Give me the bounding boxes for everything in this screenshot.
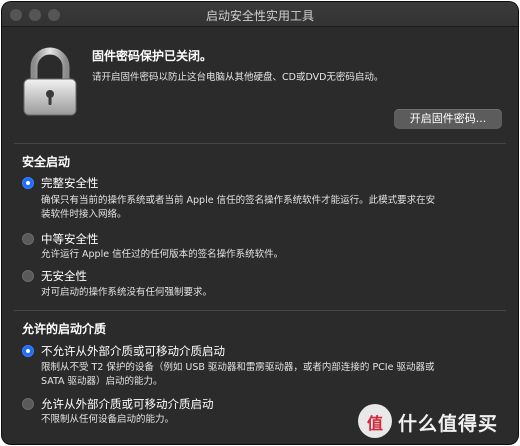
firmware-description: 请开启固件密码以防止这台电脑从其他硬盘、CD或DVD无密码启动。 xyxy=(92,72,384,83)
medium-security-radio[interactable] xyxy=(22,233,34,245)
allowed-boot-media-heading: 允许的启动介质 xyxy=(22,322,107,336)
allow-external-boot-radio[interactable] xyxy=(22,398,34,410)
medium-security-label[interactable]: 中等安全性 xyxy=(41,231,99,247)
description-line: SATA 驱动器）启动的能力。 xyxy=(41,376,163,387)
medium-security-description: 允许运行 Apple 信任过的任何版本的签名操作系统软件。 xyxy=(41,248,501,262)
full-security-label[interactable]: 完整安全性 xyxy=(41,175,99,191)
watermark-text: 什么值得买 xyxy=(398,413,499,435)
description-line: 确保只有当前的操作系统或者当前 Apple 信任的签名操作系统软件才能运行。此模… xyxy=(41,195,436,206)
disallow-external-boot-radio[interactable] xyxy=(22,345,34,357)
full-security-radio[interactable] xyxy=(22,177,34,189)
window-title: 启动安全性实用工具 xyxy=(205,9,314,23)
description-line: 对可启动的操作系统没有任何强制要求。 xyxy=(41,287,213,298)
divider xyxy=(14,310,506,311)
startup-security-window: 启动安全性实用工具 固件密码保护已关闭。 请开启固件密码以防止这台电脑从其他硬盘… xyxy=(2,2,518,444)
no-security-radio[interactable] xyxy=(22,270,34,282)
padlock-icon xyxy=(23,47,77,116)
divider xyxy=(14,143,506,144)
watermark-glyph: 值 xyxy=(366,414,383,433)
no-security-label[interactable]: 无安全性 xyxy=(41,268,87,284)
description-line: 限制从不受 T2 保护的设备（例如 USB 驱动器和雷雳驱动器，或者内部连接的 … xyxy=(41,362,435,373)
disallow-external-boot-label[interactable]: 不允许从外部介质或可移动介质启动 xyxy=(41,343,225,359)
no-security-description: 对可启动的操作系统没有任何强制要求。 xyxy=(41,286,501,300)
firmware-status-heading: 固件密码保护已关闭。 xyxy=(92,49,213,63)
title-bar: 启动安全性实用工具 xyxy=(2,2,518,27)
enable-firmware-password-button[interactable]: 开启固件密码... xyxy=(394,109,502,129)
smzdm-watermark: 值 什么值得买 xyxy=(358,404,518,440)
description-line: 装软件时接入网络。 xyxy=(41,209,127,220)
description-line: 允许运行 Apple 信任过的任何版本的签名操作系统软件。 xyxy=(41,249,284,260)
allow-external-boot-label[interactable]: 允许从外部介质或可移动介质启动 xyxy=(41,396,214,412)
secure-boot-heading: 安全启动 xyxy=(22,155,71,169)
disallow-external-boot-description: 限制从不受 T2 保护的设备（例如 USB 驱动器和雷雳驱动器，或者内部连接的 … xyxy=(41,361,501,389)
full-security-description: 确保只有当前的操作系统或者当前 Apple 信任的签名操作系统软件才能运行。此模… xyxy=(41,194,501,222)
